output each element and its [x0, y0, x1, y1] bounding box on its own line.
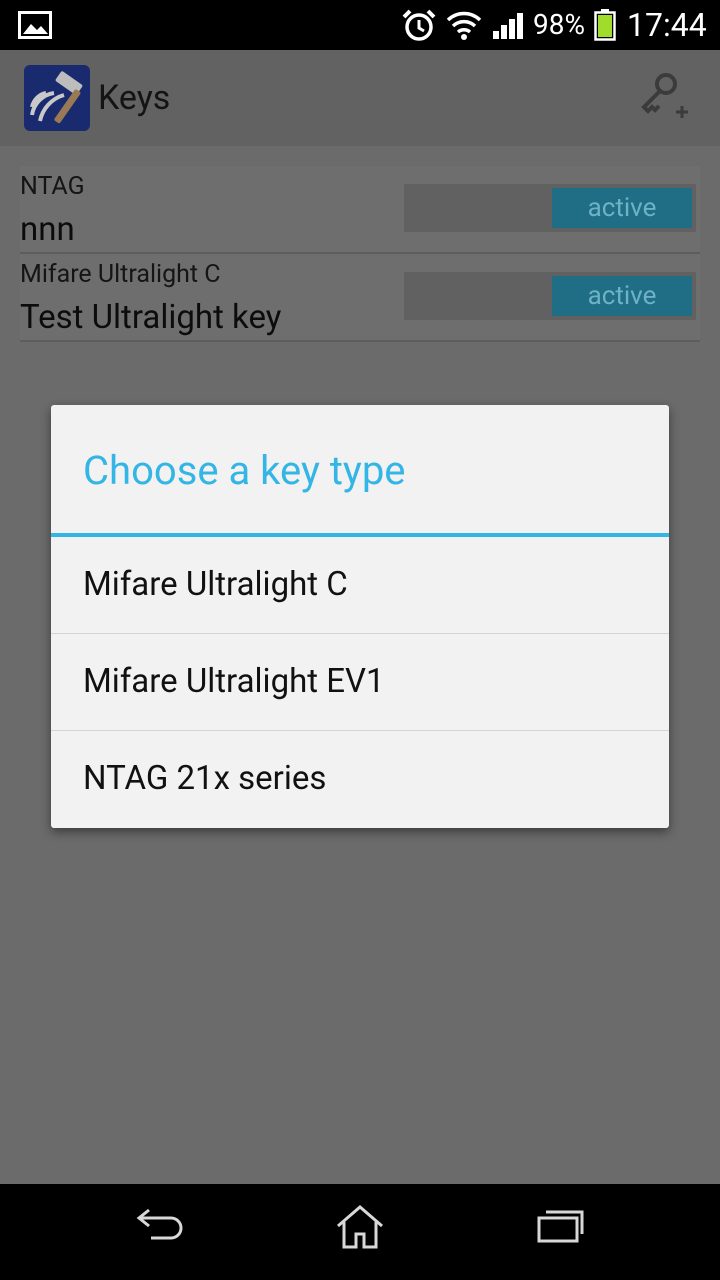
key-name: nnn	[20, 210, 75, 249]
key-type-label: NTAG	[20, 172, 85, 201]
key-row[interactable]: NTAG nnn active	[20, 166, 700, 254]
active-toggle[interactable]: active	[404, 184, 696, 232]
recents-icon[interactable]	[536, 1208, 586, 1244]
navigation-bar	[0, 1184, 720, 1280]
dialog-title: Choose a key type	[83, 447, 406, 494]
dialog-option-mifare-ultralight-c[interactable]: Mifare Ultralight C	[51, 537, 669, 634]
dialog-option-mifare-ultralight-ev1[interactable]: Mifare Ultralight EV1	[51, 634, 669, 731]
page-title: Keys	[98, 78, 171, 118]
key-add-icon[interactable]	[636, 70, 690, 124]
gallery-icon	[18, 11, 52, 39]
app-logo-icon	[24, 65, 90, 131]
toggle-on-label: active	[552, 276, 692, 316]
alarm-icon	[402, 9, 436, 41]
action-bar: Keys	[0, 50, 720, 146]
wifi-icon	[446, 11, 482, 40]
signal-icon	[493, 13, 523, 39]
dialog-option-ntag-21x-series[interactable]: NTAG 21x series	[51, 731, 669, 827]
status-bar: 98% 17:44	[0, 0, 720, 50]
option-label: NTAG 21x series	[83, 759, 327, 798]
toggle-on-label: active	[552, 188, 692, 228]
battery-icon	[594, 9, 616, 41]
home-icon[interactable]	[334, 1204, 386, 1250]
key-type-dialog: Choose a key type Mifare Ultralight C Mi…	[51, 405, 669, 828]
key-type-label: Mifare Ultralight C	[20, 260, 221, 289]
active-toggle[interactable]: active	[404, 272, 696, 320]
option-label: Mifare Ultralight C	[83, 565, 348, 604]
back-icon[interactable]	[135, 1206, 185, 1246]
key-row[interactable]: Mifare Ultralight C Test Ultralight key …	[20, 254, 700, 342]
key-name: Test Ultralight key	[20, 298, 282, 337]
option-label: Mifare Ultralight EV1	[83, 662, 385, 701]
battery-percent: 98%	[533, 8, 585, 41]
clock: 17:44	[627, 6, 707, 44]
